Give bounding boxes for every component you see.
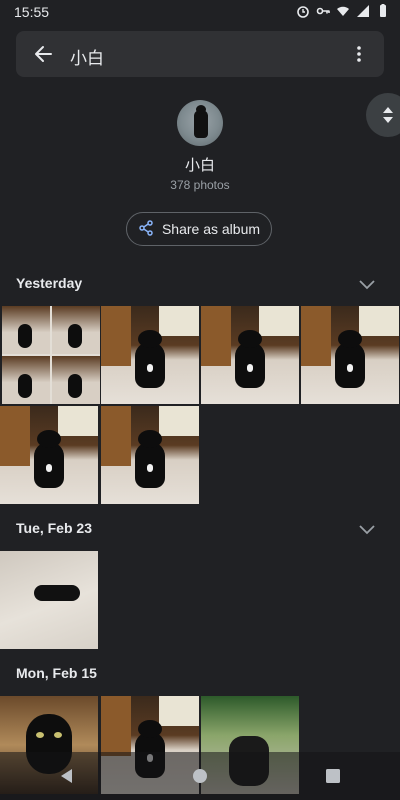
album-title-bar: 小白 [16,31,384,77]
chevron-down-icon[interactable] [358,278,376,290]
person-header: 小白 378 photos [0,100,400,192]
battery-icon [376,4,390,18]
system-nav-bar [0,752,400,800]
signal-icon [356,4,370,18]
photo-thumbnail[interactable] [0,406,98,504]
share-as-album-button[interactable]: Share as album [126,212,272,246]
back-triangle-icon[interactable] [47,756,87,796]
share-as-album-label: Share as album [161,221,261,237]
photo-count: 378 photos [170,178,230,192]
album-title: 小白 [70,49,104,68]
photo-thumbnail[interactable] [301,306,399,404]
photo-thumbnail[interactable] [101,306,199,404]
section-title: Yesterday [16,275,83,291]
section-title: Tue, Feb 23 [16,520,92,536]
more-vertical-icon[interactable] [348,43,370,65]
chevron-down-icon[interactable] [358,523,376,535]
photo-thumbnail[interactable] [101,406,199,504]
section-title: Mon, Feb 15 [16,665,97,681]
photo-thumbnail[interactable] [2,306,100,404]
photo-thumbnail[interactable] [0,551,98,649]
recents-square-icon[interactable] [313,756,353,796]
person-name: 小白 [184,157,215,174]
status-bar: 15:55 [0,0,400,24]
home-circle-icon[interactable] [180,756,220,796]
photo-thumbnail[interactable] [201,306,299,404]
avatar[interactable] [177,100,223,146]
alarm-icon [296,4,310,18]
wifi-icon [336,4,350,18]
arrow-left-icon[interactable] [32,43,54,65]
status-icons [296,4,390,18]
share-icon [138,219,154,239]
vpn-key-icon [316,4,330,18]
status-time: 15:55 [14,4,50,20]
